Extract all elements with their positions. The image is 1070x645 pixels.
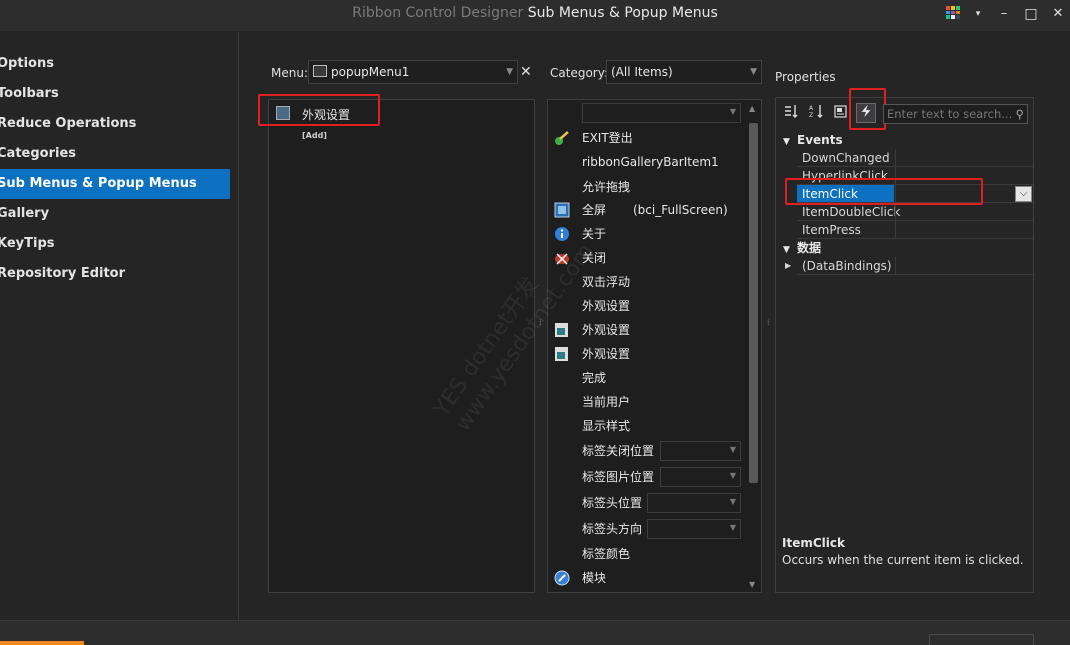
module-icon [554,570,570,586]
category-events[interactable]: ▼ Events [783,131,843,151]
expand-icon[interactable]: ▶ [785,257,791,275]
description-text: Occurs when the current item is clicked. [782,553,1024,567]
exit-icon [555,131,569,145]
property-row[interactable]: ▶ (DataBindings) [785,257,1033,275]
maximize-button[interactable]: □ [1020,4,1042,24]
event-handler-dropdown[interactable]: ⌵ [1015,186,1032,202]
highlight-menu-item [258,94,380,126]
sort-az-icon: AZ [809,105,823,119]
title-bar: Ribbon Control Designer Sub Menus & Popu… [0,0,1070,31]
nav-item-repository-editor[interactable]: Repository Editor [0,259,230,289]
menu-select-value: popupMenu1 [331,65,410,79]
property-search-input[interactable]: Enter text to search... ⚲ [883,104,1028,124]
alphabetical-view-button[interactable]: AZ [806,103,826,123]
appearance-icon [555,347,568,361]
scroll-up-icon[interactable]: ▲ [749,104,755,113]
properties-title: Properties [775,70,836,84]
nav-item-gallery[interactable]: Gallery [0,199,230,229]
highlight-events-button [849,88,886,130]
chevron-down-icon: ▼ [729,523,736,532]
nav-item-options[interactable]: Options [0,49,230,79]
search-icon: ⚲ [1015,107,1024,121]
tab-header-orientation-combo[interactable]: ▼ [647,519,741,539]
info-icon [555,227,569,241]
nav-item-sub-menus[interactable]: Sub Menus & Popup Menus [0,169,230,199]
appearance-icon [555,323,568,337]
chevron-down-icon: ▼ [506,67,513,77]
items-scrollbar-thumb[interactable] [749,123,758,483]
categorized-view-button[interactable] [781,103,801,123]
nav-item-toolbars[interactable]: Toolbars [0,79,230,109]
categorized-icon [785,105,798,118]
menu-items-panel [268,99,535,593]
list-item[interactable]: 全屏 (bci_FullScreen) [554,199,734,221]
menu-select[interactable]: popupMenu1 ▼ [308,60,518,84]
property-row[interactable]: ItemPress [797,221,1033,239]
svg-text:A: A [809,105,814,112]
category-select-value: (All Items) [611,65,673,79]
category-data[interactable]: ▼ 数据 [783,239,821,259]
property-pages-button[interactable] [831,103,851,123]
close-window-button[interactable]: ✕ [1047,4,1069,24]
chevron-down-icon: ▼ [729,471,736,480]
menu-label: Menu: [271,66,308,80]
menu-clear-button[interactable]: ✕ [520,64,532,80]
splitter-handle[interactable]: ⁞ [539,318,543,328]
window-title: Ribbon Control Designer Sub Menus & Popu… [0,5,1070,21]
tab-header-position-combo[interactable]: ▼ [647,493,741,513]
highlight-itemclick [785,178,983,205]
chevron-down-icon: ▼ [729,445,736,454]
accent-strip [0,641,84,645]
menu-add-link[interactable]: [Add] [302,131,327,140]
collapse-icon: ▼ [783,137,790,147]
chevron-down-icon: ▼ [750,67,757,77]
window-title-main: Sub Menus & Popup Menus [527,5,718,21]
category-select[interactable]: (All Items) ▼ [606,60,762,84]
tab-close-position-combo[interactable]: ▼ [660,441,741,461]
window-title-prefix: Ribbon Control Designer [352,5,524,21]
dropdown-arrow-icon[interactable]: ▾ [967,4,989,24]
property-row[interactable]: DownChanged [797,149,1033,167]
scroll-down-icon[interactable]: ▼ [749,580,755,589]
gallery-item-combo[interactable]: ▼ [582,103,741,123]
svg-text:Z: Z [809,112,813,119]
bottom-bar [0,620,1070,645]
nav-item-categories[interactable]: Categories [0,139,230,169]
bottom-button[interactable] [929,634,1034,645]
fullscreen-icon [554,202,570,218]
description-title: ItemClick [782,536,845,550]
minimize-button[interactable]: – [993,4,1015,24]
close-app-icon [555,253,569,265]
chevron-down-icon: ▼ [729,497,736,506]
splitter-handle[interactable]: ⁞ [767,318,771,328]
chevron-down-icon: ▼ [729,107,736,116]
property-row[interactable]: ItemDoubleClick [797,203,1033,221]
category-label: Category: [550,66,608,80]
popup-menu-icon [313,65,327,77]
nav-item-reduce-operations[interactable]: Reduce Operations [0,109,230,139]
color-grid-icon[interactable] [946,6,960,19]
nav-item-keytips[interactable]: KeyTips [0,229,230,259]
tab-image-position-combo[interactable]: ▼ [660,467,741,487]
property-pages-icon [834,105,847,118]
